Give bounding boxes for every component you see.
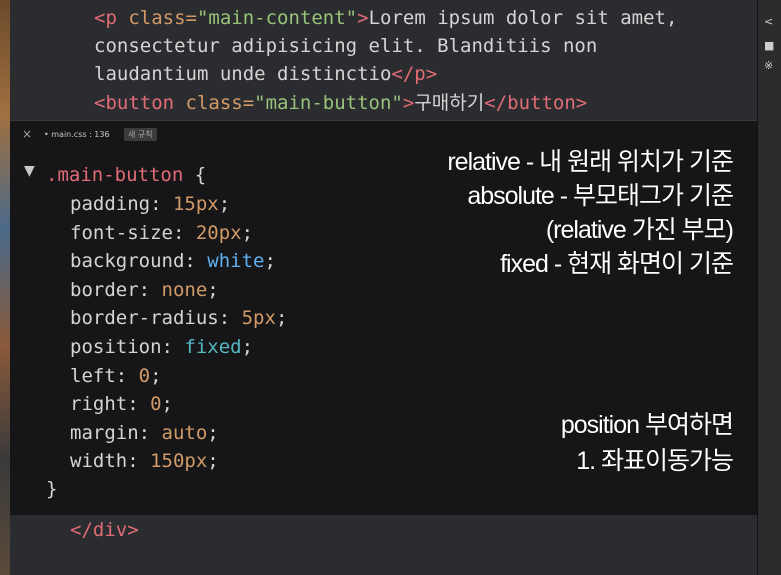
css-property: border-radius	[70, 307, 219, 330]
css-property: left	[70, 364, 116, 387]
annotation-absolute: absolute - 부모태그가 기준	[467, 182, 734, 210]
css-value: 15px	[172, 193, 219, 215]
css-declaration: position: fixed;	[70, 336, 254, 358]
annotation-position-point1: 1. 좌표이동가능	[576, 447, 734, 475]
css-property: margin	[70, 421, 139, 444]
background-strip	[0, 0, 10, 575]
inline-editor-header: × • main.css : 136 새 규칙	[10, 121, 757, 149]
css-property: width	[70, 450, 128, 473]
css-declaration: left: 0;	[70, 364, 162, 387]
code-line-end-div: </div>	[70, 519, 139, 541]
css-declaration: border: none;	[70, 278, 219, 301]
inline-css-editor[interactable]: × • main.css : 136 새 규칙 ▼ .main-button {…	[10, 120, 757, 516]
css-close-brace: }	[46, 478, 58, 500]
css-file-link[interactable]: • main.css : 136	[44, 130, 110, 139]
css-declaration: background: white;	[70, 250, 276, 273]
css-value: none	[161, 278, 208, 301]
code-line-3: laudantium unde distinctio</p>	[94, 63, 438, 85]
css-property: right	[70, 393, 128, 416]
collapse-triangle-icon[interactable]: ▼	[24, 163, 35, 179]
css-declaration: width: 150px;	[70, 450, 219, 473]
css-property: padding	[70, 193, 151, 215]
css-declaration: font-size: 20px;	[70, 221, 254, 244]
css-property: font-size	[70, 221, 173, 244]
css-declaration: padding: 15px;	[70, 193, 231, 215]
annotation-fixed: fixed - 현재 화면이 기준	[500, 250, 734, 278]
css-value: 0	[138, 364, 151, 387]
css-value: white	[207, 250, 265, 273]
chevron-left-icon[interactable]: <	[764, 16, 773, 28]
css-value: auto	[161, 421, 208, 444]
css-declaration: margin: auto;	[70, 421, 219, 444]
css-declaration: border-radius: 5px;	[70, 307, 288, 330]
close-icon[interactable]: ×	[20, 126, 34, 142]
css-value: 0	[150, 393, 162, 416]
css-value: fixed	[184, 336, 242, 358]
css-property: background	[70, 250, 185, 273]
css-property: border	[70, 278, 139, 301]
folder-icon[interactable]: ■	[764, 40, 774, 52]
code-line-2: consectetur adipisicing elit. Blanditiis…	[94, 35, 598, 57]
annotation-relative: relative - 내 원래 위치가 기준	[447, 148, 734, 176]
css-declaration: right: 0;	[70, 393, 173, 416]
html-editor[interactable]: <p class="main-content">Lorem ipsum dolo…	[10, 0, 757, 120]
css-selector-line: .main-button {	[46, 164, 207, 186]
css-property: position	[70, 336, 162, 358]
code-line-4: <button class="main-button">구매하기</button…	[94, 92, 588, 114]
code-line-1: <p class="main-content">Lorem ipsum dolo…	[94, 7, 678, 29]
html-editor-bottom[interactable]: </div>	[10, 515, 757, 575]
css-selector: .main-button	[46, 164, 184, 186]
new-rule-button[interactable]: 새 규칙	[124, 128, 157, 141]
css-value: 150px	[150, 450, 208, 473]
right-side-panel: < ■ ※	[757, 0, 781, 575]
annotation-relative-parent: (relative 가진 부모)	[545, 216, 734, 244]
css-value: 20px	[195, 221, 242, 244]
reference-mark-icon[interactable]: ※	[764, 60, 773, 72]
annotation-position-intro: position 부여하면	[560, 411, 734, 439]
css-value: 5px	[241, 307, 276, 330]
